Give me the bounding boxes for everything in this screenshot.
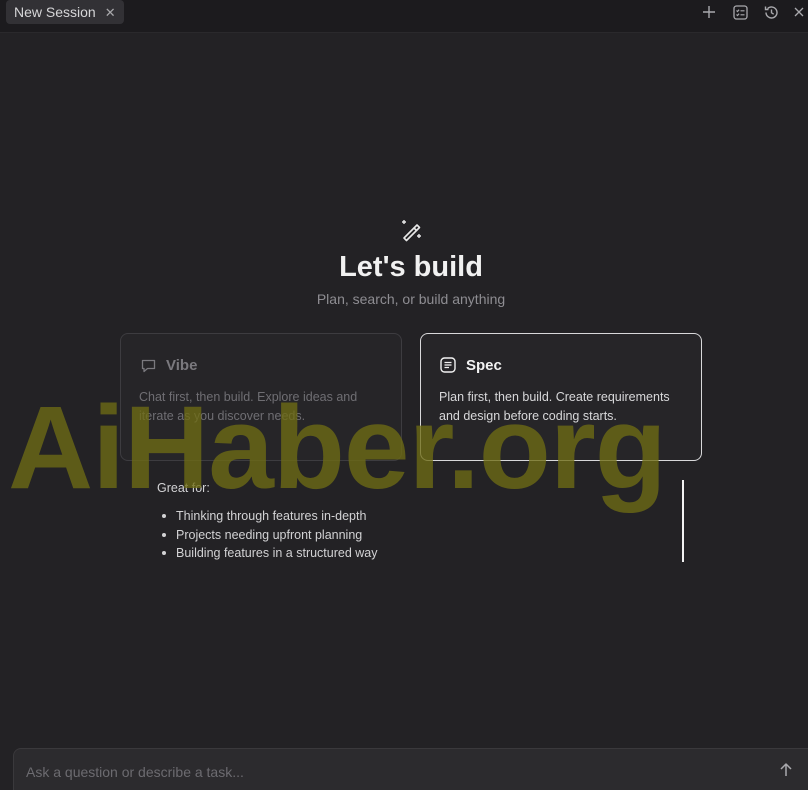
card-description: Chat first, then build. Explore ideas an… <box>139 390 358 423</box>
mode-card-vibe[interactable]: Vibe Chat first, then build. Explore ide… <box>120 333 402 461</box>
prompt-bar <box>13 748 808 790</box>
session-panel: Let's build Plan, search, or build anyth… <box>0 33 808 790</box>
list-item: Projects needing upfront planning <box>157 526 378 545</box>
card-title: Spec <box>466 356 502 374</box>
magic-wand-icon <box>398 217 424 243</box>
chat-bubble-icon <box>139 356 157 374</box>
card-header: Vibe <box>139 356 383 374</box>
tab-new-session[interactable]: New Session ✕ <box>6 0 124 24</box>
great-for-list: Thinking through features in-depth Proje… <box>157 507 378 563</box>
card-description: Plan first, then build. Create requireme… <box>439 390 670 423</box>
list-item: Building features in a structured way <box>157 544 378 563</box>
prompt-input[interactable] <box>24 761 748 783</box>
plus-icon[interactable] <box>699 2 719 22</box>
close-icon[interactable]: ✕ <box>105 6 116 19</box>
text-cursor <box>682 480 684 562</box>
document-icon <box>439 356 457 374</box>
tab-label: New Session <box>14 4 96 20</box>
card-header: Spec <box>439 356 683 374</box>
card-title: Vibe <box>166 356 198 374</box>
page-title: Let's build <box>339 251 483 283</box>
list-item: Thinking through features in-depth <box>157 507 378 526</box>
tab-bar: New Session ✕ <box>0 0 808 33</box>
page-subtitle: Plan, search, or build anything <box>316 291 506 307</box>
great-for-heading: Great for: <box>157 481 210 495</box>
arrow-up-icon[interactable] <box>777 761 795 779</box>
close-icon[interactable] <box>790 2 808 22</box>
checklist-icon[interactable] <box>730 2 750 22</box>
mode-card-spec[interactable]: Spec Plan first, then build. Create requ… <box>420 333 702 461</box>
history-icon[interactable] <box>761 2 781 22</box>
